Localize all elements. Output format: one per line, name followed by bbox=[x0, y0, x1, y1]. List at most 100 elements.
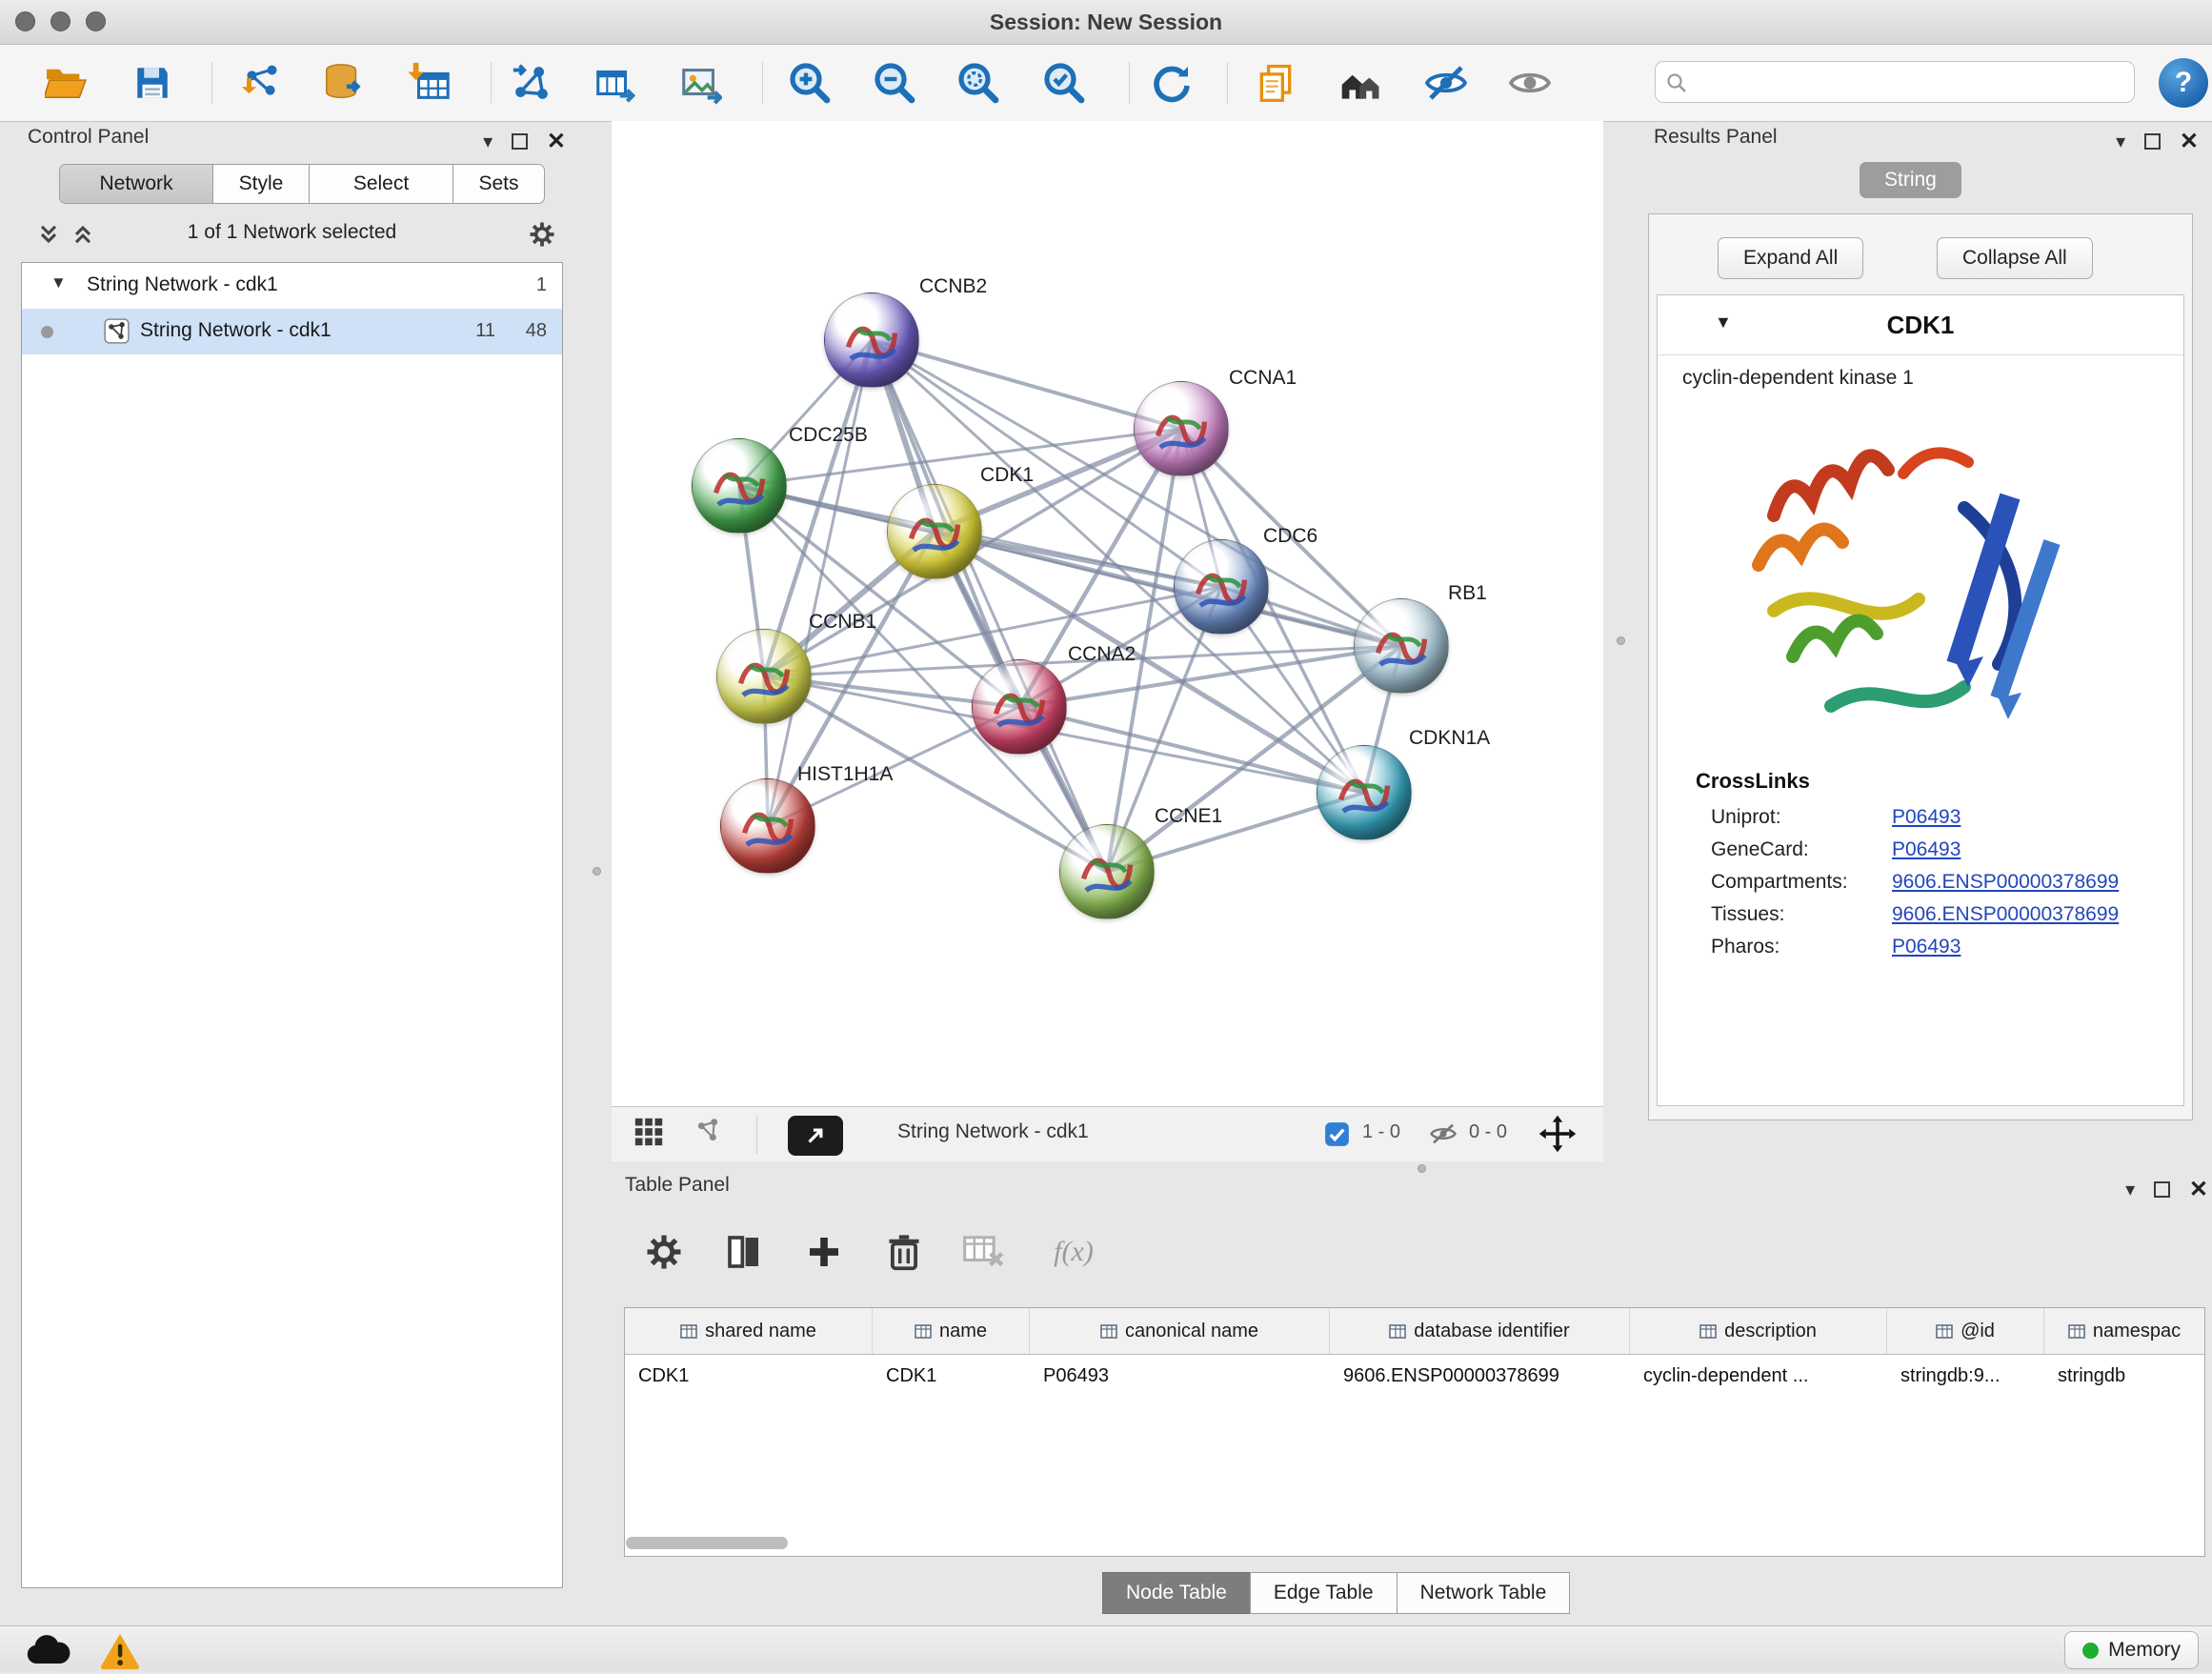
panel-menu-icon[interactable]: ▾ bbox=[483, 130, 493, 153]
crosslink-link[interactable]: P06493 bbox=[1892, 838, 1961, 861]
new-network-icon[interactable] bbox=[505, 56, 558, 110]
memory-button[interactable]: Memory bbox=[2064, 1631, 2199, 1669]
network-collection-row[interactable]: ▼ String Network - cdk1 1 bbox=[22, 263, 562, 309]
cell-namespace[interactable]: stringdb bbox=[2044, 1355, 2204, 1399]
expand-all-button[interactable]: Expand All bbox=[1718, 237, 1863, 279]
crosslink-link[interactable]: 9606.ENSP00000378699 bbox=[1892, 871, 2119, 894]
network-canvas[interactable]: CCNB2CCNA1CDC25BCDK1CDC6RB1CCNB1CCNA2CDK… bbox=[612, 121, 1603, 1106]
network-node-CCNA1[interactable] bbox=[1134, 381, 1229, 476]
network-node-RB1[interactable] bbox=[1354, 598, 1449, 694]
cell-database-identifier[interactable]: 9606.ENSP00000378699 bbox=[1330, 1355, 1630, 1399]
tab-style[interactable]: Style bbox=[213, 165, 310, 203]
options-gear-icon[interactable] bbox=[528, 220, 556, 253]
show-columns-icon[interactable] bbox=[720, 1228, 768, 1276]
float-panel-icon[interactable] bbox=[512, 133, 528, 150]
network-node-CDC6[interactable] bbox=[1174, 539, 1269, 635]
hide-annotations-icon[interactable] bbox=[1419, 56, 1473, 110]
open-in-new-window-icon[interactable] bbox=[788, 1116, 843, 1156]
network-node-CCNB1[interactable] bbox=[716, 629, 812, 724]
collapse-all-button[interactable]: Collapse All bbox=[1937, 237, 2093, 279]
birdseye-grid-icon[interactable] bbox=[633, 1116, 665, 1148]
crosslink-link[interactable]: 9606.ENSP00000378699 bbox=[1892, 903, 2119, 926]
panel-menu-icon[interactable]: ▾ bbox=[2125, 1178, 2135, 1201]
table-panel: Table Panel ▾ ✕ f(x) shared name name ca… bbox=[612, 1174, 2212, 1618]
network-node-CDKN1A[interactable] bbox=[1317, 745, 1412, 840]
column-header-name[interactable]: name bbox=[873, 1308, 1030, 1354]
column-header-canonical-name[interactable]: canonical name bbox=[1030, 1308, 1330, 1354]
gene-disclosure-icon[interactable]: ▼ bbox=[1715, 313, 1732, 333]
hidden-eye-slash-icon[interactable] bbox=[1429, 1121, 1458, 1146]
help-button[interactable]: ? bbox=[2159, 58, 2208, 108]
create-column-icon[interactable] bbox=[800, 1228, 848, 1276]
delete-column-trash-icon[interactable] bbox=[880, 1228, 928, 1276]
cell-description[interactable]: cyclin-dependent ... bbox=[1630, 1355, 1887, 1399]
show-graphics-details-icon[interactable] bbox=[1503, 56, 1557, 110]
open-session-icon[interactable] bbox=[40, 56, 93, 110]
close-window-button[interactable] bbox=[15, 11, 35, 31]
network-row[interactable]: String Network - cdk1 11 48 bbox=[22, 309, 562, 354]
zoom-window-button[interactable] bbox=[86, 11, 106, 31]
column-header-namespace[interactable]: namespac bbox=[2044, 1308, 2204, 1354]
network-node-CDC25B[interactable] bbox=[692, 438, 787, 534]
import-network-from-database-icon[interactable] bbox=[316, 56, 370, 110]
cell-name[interactable]: CDK1 bbox=[873, 1355, 1030, 1399]
crosslink-link[interactable]: P06493 bbox=[1892, 936, 1961, 958]
float-panel-icon[interactable] bbox=[2154, 1181, 2170, 1198]
selected-checkbox-icon[interactable] bbox=[1324, 1121, 1350, 1147]
pan-crosshair-icon[interactable] bbox=[1538, 1114, 1578, 1154]
network-overview-icon[interactable] bbox=[693, 1116, 723, 1146]
minimize-window-button[interactable] bbox=[50, 11, 70, 31]
column-header-database-identifier[interactable]: database identifier bbox=[1330, 1308, 1630, 1354]
home-icon[interactable] bbox=[1335, 56, 1388, 110]
network-node-CCNB2[interactable] bbox=[824, 292, 919, 388]
zoom-selected-icon[interactable] bbox=[1037, 56, 1091, 110]
column-header-id[interactable]: @id bbox=[1887, 1308, 2044, 1354]
close-panel-icon[interactable]: ✕ bbox=[2189, 1176, 2208, 1203]
horizontal-scrollbar-thumb[interactable] bbox=[626, 1537, 788, 1549]
protein-ribbon-thumbnail bbox=[888, 485, 981, 578]
left-splitter-handle[interactable] bbox=[593, 867, 601, 876]
delete-table-icon[interactable] bbox=[960, 1228, 1008, 1276]
tab-select[interactable]: Select bbox=[310, 165, 453, 203]
network-node-CDK1[interactable] bbox=[887, 484, 982, 579]
tab-string[interactable]: String bbox=[1860, 162, 1961, 198]
close-panel-icon[interactable]: ✕ bbox=[2180, 128, 2199, 155]
export-image-icon[interactable] bbox=[674, 56, 727, 110]
search-input[interactable] bbox=[1696, 64, 2128, 100]
tab-node-table[interactable]: Node Table bbox=[1102, 1572, 1251, 1614]
tab-network[interactable]: Network bbox=[60, 165, 213, 203]
zoom-fit-content-icon[interactable] bbox=[952, 56, 1005, 110]
network-node-CCNA2[interactable] bbox=[972, 659, 1067, 755]
zoom-out-icon[interactable] bbox=[868, 56, 921, 110]
tab-sets[interactable]: Sets bbox=[453, 165, 544, 203]
table-row[interactable]: CDK1 CDK1 P06493 9606.ENSP00000378699 cy… bbox=[625, 1355, 2204, 1399]
tab-edge-table[interactable]: Edge Table bbox=[1250, 1572, 1398, 1614]
cell-shared-name[interactable]: CDK1 bbox=[625, 1355, 873, 1399]
zoom-in-icon[interactable] bbox=[783, 56, 836, 110]
import-network-from-file-icon[interactable] bbox=[234, 56, 288, 110]
crosslink-link[interactable]: P06493 bbox=[1892, 806, 1961, 829]
panel-menu-icon[interactable]: ▾ bbox=[2116, 130, 2125, 153]
collection-disclosure-icon[interactable]: ▼ bbox=[50, 273, 67, 292]
column-header-description[interactable]: description bbox=[1630, 1308, 1887, 1354]
cell-id[interactable]: stringdb:9... bbox=[1887, 1355, 2044, 1399]
cell-canonical-name[interactable]: P06493 bbox=[1030, 1355, 1330, 1399]
column-header-shared-name[interactable]: shared name bbox=[625, 1308, 873, 1354]
memory-label: Memory bbox=[2108, 1639, 2181, 1662]
cloud-icon[interactable] bbox=[25, 1634, 70, 1670]
bottom-splitter-handle[interactable] bbox=[1418, 1164, 1426, 1173]
new-network-table-icon[interactable] bbox=[588, 56, 641, 110]
save-session-icon[interactable] bbox=[126, 56, 179, 110]
float-panel-icon[interactable] bbox=[2144, 133, 2161, 150]
copy-icon[interactable] bbox=[1249, 56, 1302, 110]
apply-layout-icon[interactable] bbox=[1143, 56, 1196, 110]
close-panel-icon[interactable]: ✕ bbox=[547, 128, 566, 155]
tab-network-table[interactable]: Network Table bbox=[1397, 1572, 1571, 1614]
network-node-HIST1H1A[interactable] bbox=[720, 778, 815, 874]
function-builder-icon[interactable]: f(x) bbox=[1040, 1228, 1107, 1276]
table-mode-gear-icon[interactable] bbox=[640, 1228, 688, 1276]
right-splitter-handle[interactable] bbox=[1617, 636, 1625, 645]
import-table-icon[interactable] bbox=[403, 56, 456, 110]
network-node-CCNE1[interactable] bbox=[1059, 824, 1155, 919]
warning-icon[interactable] bbox=[99, 1631, 141, 1674]
